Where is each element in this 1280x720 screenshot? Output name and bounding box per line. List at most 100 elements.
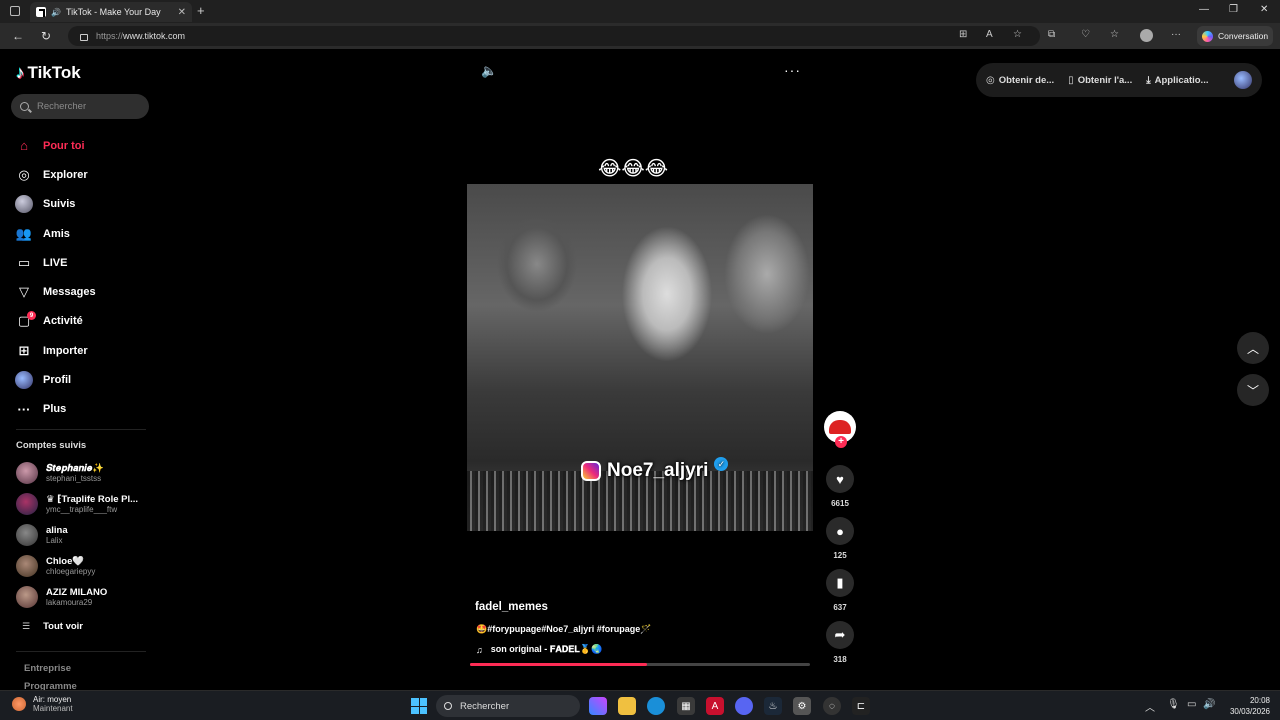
next-video-button[interactable]: ﹀ (1237, 374, 1269, 406)
following-account[interactable]: alina Lalix (16, 520, 156, 550)
file-explorer-icon[interactable] (618, 697, 636, 715)
tab-audio-icon[interactable]: 🔊 (51, 8, 61, 17)
tiktok-logo[interactable]: ♪ TikTok (16, 63, 81, 83)
video-music[interactable]: ♫ son original - 𝐅𝐀𝐃𝐄𝐋🥇🌏 (476, 644, 602, 655)
previous-video-button[interactable]: ︿ (1237, 332, 1269, 364)
edge-icon[interactable] (647, 697, 665, 715)
sidebar-item-activite[interactable]: ▢ 9 Activité (14, 307, 154, 336)
sidebar-item-label: Pour toi (43, 139, 85, 152)
account-handle: chloegariepyy (46, 567, 96, 576)
copilot-app-icon[interactable] (589, 697, 607, 715)
video-author[interactable]: fadel_memes (475, 601, 548, 613)
speaker-icon[interactable]: 🔊 (1203, 699, 1215, 710)
account-name: Chloe🤍 (46, 556, 85, 567)
capcut-icon[interactable]: ⊏ (852, 697, 870, 715)
taskbar-search[interactable]: Rechercher (436, 695, 580, 717)
weather-widget[interactable]: Air: moyen Maintenant (12, 695, 73, 713)
get-app-button[interactable]: ▯ Obtenir l'a... (1068, 75, 1132, 86)
settings-icon[interactable]: ⚙ (793, 697, 811, 715)
creator-avatar[interactable]: + (824, 411, 856, 448)
following-account[interactable]: ♛ ⁅Traplife Role Pl... ymc__traplife___ft… (16, 489, 156, 519)
sidebar-item-messages[interactable]: ▽ Messages (14, 277, 154, 306)
url-host: www.tiktok.com (123, 31, 186, 41)
app-available-icon[interactable]: ⊞ (959, 29, 967, 40)
sidebar-item-amis[interactable]: 👥 Amis (14, 219, 154, 248)
save-button[interactable]: ▮ 637 (826, 569, 854, 612)
logo-text: TikTok (27, 63, 81, 82)
maximize-icon[interactable]: ❐ (1229, 4, 1238, 15)
share-button[interactable]: ➦ 318 (826, 621, 854, 664)
new-tab-icon[interactable]: + (197, 3, 205, 18)
comment-button[interactable]: ● 125 (826, 517, 854, 560)
sidebar-item-explorer[interactable]: ◎ Explorer (14, 160, 154, 189)
like-button[interactable]: ♥ 6615 (826, 465, 854, 508)
chatgpt-icon[interactable]: ◌ (823, 697, 841, 715)
search-placeholder: Rechercher (37, 101, 87, 112)
tray-overflow-icon[interactable]: ︿ (1145, 699, 1155, 714)
top-actions-bar: ◎ Obtenir de... ▯ Obtenir l'a... ⤓ Applicat… (976, 63, 1262, 97)
video-progress-bar[interactable] (470, 663, 810, 666)
network-icon[interactable]: ▭ (1187, 699, 1196, 710)
browser-essentials-icon[interactable]: ♡ (1081, 29, 1090, 40)
divider (16, 429, 146, 430)
follow-plus-icon[interactable]: + (835, 436, 847, 448)
settings-more-icon[interactable]: ··· (1171, 29, 1181, 40)
minimize-icon[interactable]: — (1199, 4, 1209, 15)
discord-icon[interactable] (735, 697, 753, 715)
avatar (16, 555, 38, 577)
favorite-star-icon[interactable]: ☆ (1013, 29, 1022, 40)
weather-line2: Maintenant (33, 704, 73, 713)
steam-icon[interactable]: ♨ (764, 697, 782, 715)
browser-tab[interactable]: 🔊 TikTok - Make Your Day ✕ (30, 2, 192, 22)
microphone-icon[interactable]: 🎙 (1167, 699, 1180, 710)
search-input[interactable]: Rechercher (11, 94, 149, 119)
profile-icon[interactable] (1140, 29, 1153, 42)
windows-start-icon[interactable] (411, 698, 427, 714)
sidebar-item-pour-toi[interactable]: ⌂ Pour toi (14, 131, 154, 160)
read-aloud-icon[interactable]: A (986, 29, 993, 40)
sidebar-nav: ⌂ Pour toi ◎ Explorer Suivis 👥 Amis ▭ LI… (14, 131, 154, 424)
music-title: son original - 𝐅𝐀𝐃𝐄𝐋🥇🌏 (490, 644, 603, 654)
activity-icon: ▢ 9 (14, 311, 36, 331)
sidebar-item-importer[interactable]: ⊞ Importer (14, 336, 154, 365)
tiktok-page: ♪ TikTok Rechercher ⌂ Pour toi ◎ Explore… (0, 49, 1280, 692)
video-emoji-caption: 😂😂😂 (598, 158, 669, 180)
close-window-icon[interactable]: ✕ (1260, 4, 1268, 15)
video-player[interactable]: Noe7_aljyri ✓ (467, 184, 813, 531)
get-coins-button[interactable]: ◎ Obtenir de... (986, 75, 1054, 86)
sidebar-item-suivis[interactable]: Suivis (14, 190, 154, 219)
sidebar-item-plus[interactable]: ··· Plus (14, 395, 154, 424)
url-field[interactable]: https:// www.tiktok.com (68, 26, 1040, 46)
upload-icon: ⊞ (18, 342, 30, 358)
back-icon[interactable]: ← (12, 29, 24, 43)
desktop-app-button[interactable]: ⤓ Applicatio... (1146, 75, 1208, 86)
volume-icon[interactable]: 🔈 (481, 63, 497, 79)
profile-avatar[interactable] (1234, 71, 1252, 89)
microsoft-store-icon[interactable]: ▦ (677, 697, 695, 715)
following-account[interactable]: 𝑺𝒕𝒆𝒑𝒉𝒂𝒏𝒊𝒆✨ stephani_tsstss (16, 458, 156, 488)
sidebar-item-live[interactable]: ▭ LIVE (14, 248, 154, 277)
clock-date: 30/03/2026 (1229, 707, 1270, 716)
refresh-icon[interactable]: ↻ (41, 29, 51, 43)
chevron-down-icon: ﹀ (1246, 383, 1259, 398)
extensions-icon[interactable]: ⧉ (1048, 29, 1055, 40)
see-all-button[interactable]: ☰ Tout voir (22, 621, 83, 632)
favorites-icon[interactable]: ☆ (1110, 29, 1119, 40)
red-app-icon[interactable]: A (706, 697, 724, 715)
weather-line1: Air: moyen (33, 695, 72, 704)
following-section-title: Comptes suivis (16, 440, 87, 451)
close-tab-icon[interactable]: ✕ (178, 7, 186, 18)
copilot-button[interactable]: Conversation (1197, 26, 1273, 46)
more-options-icon[interactable]: ··· (784, 62, 801, 78)
following-account[interactable]: Chloe🤍 chloegariepyy (16, 551, 156, 581)
account-name: ♛ ⁅Traplife Role Pl... (46, 494, 139, 505)
tab-actions-icon[interactable] (10, 6, 20, 16)
footer-link-entreprise[interactable]: Entreprise (24, 663, 71, 674)
sidebar-item-profil[interactable]: Profil (14, 365, 154, 394)
account-handle: Lalix (46, 536, 63, 545)
more-dots-icon: ··· (17, 401, 31, 417)
sidebar-item-label: LIVE (43, 256, 68, 269)
following-account[interactable]: AZIZ MILANO lakamoura29 (16, 582, 156, 612)
search-icon (444, 702, 452, 710)
taskbar-clock[interactable]: 20:08 30/03/2026 (1222, 695, 1270, 717)
